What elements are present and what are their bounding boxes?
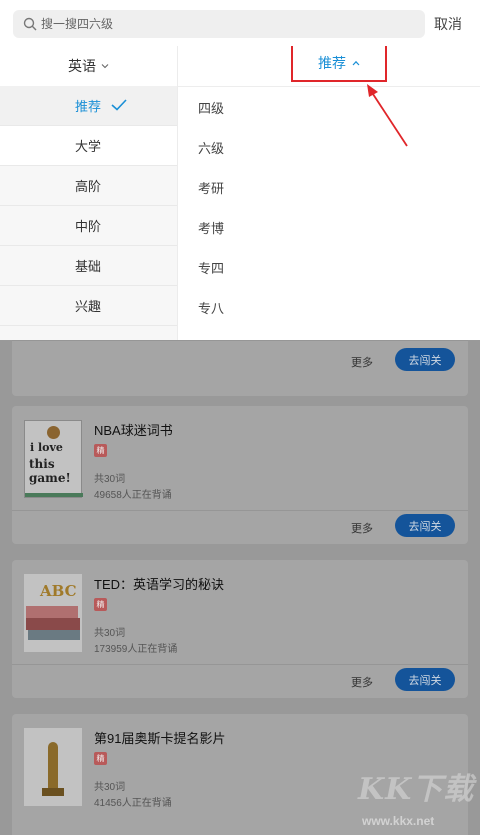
- watermark: KK下载 www.kkx.net: [356, 764, 476, 830]
- premium-badge: 精: [94, 752, 107, 765]
- subcategory-list: 推荐 四级 六级 考研 考博 专四 专八: [177, 46, 480, 340]
- watermark-brand: KK下载: [358, 772, 475, 807]
- learner-count: 41456人正在背诵: [94, 798, 172, 809]
- search-input[interactable]: [41, 10, 411, 38]
- category-item-college[interactable]: 大学: [0, 126, 177, 166]
- subcategory-item[interactable]: 考博: [198, 218, 224, 237]
- watermark-url: www.kkx.net: [362, 814, 435, 828]
- checkmark-icon: [111, 99, 127, 111]
- premium-badge: 精: [94, 598, 107, 611]
- wordbook-title[interactable]: NBA球迷词书: [94, 420, 173, 439]
- subcategory-item[interactable]: 专八: [198, 298, 224, 317]
- category-label: 兴趣: [75, 299, 102, 314]
- premium-badge: 精: [94, 444, 107, 457]
- subcategory-item[interactable]: 四级: [198, 98, 224, 117]
- category-item-recommend[interactable]: 推荐: [0, 86, 177, 126]
- wordbook-card: 更多 去闯关: [12, 340, 468, 396]
- book-shape: [26, 606, 78, 618]
- category-label: 基础: [75, 259, 102, 274]
- wordbook-cover: ABC: [24, 574, 82, 652]
- trophy-icon: [48, 742, 58, 790]
- divider: [12, 340, 468, 341]
- wordbook-card: i love this game! NBA球迷词书 精 共30词 49658人正…: [12, 406, 468, 544]
- start-challenge-button[interactable]: 去闯关: [395, 514, 455, 537]
- wordbook-card: ABC TED：英语学习的秘诀 精 共30词 173959人正在背诵 更多 去闯…: [12, 560, 468, 698]
- more-button[interactable]: 更多: [351, 520, 373, 536]
- subcategory-item[interactable]: 专四: [198, 258, 224, 277]
- category-item-advanced[interactable]: 高阶: [0, 166, 177, 206]
- category-label: 推荐: [75, 99, 102, 114]
- search-box[interactable]: [13, 10, 425, 38]
- learner-count: 173959人正在背诵: [94, 644, 178, 655]
- subcategory-item[interactable]: 六级: [198, 138, 224, 157]
- category-item-basic[interactable]: 基础: [0, 246, 177, 286]
- cover-text: ABC: [40, 582, 77, 600]
- wordbook-title[interactable]: 第91届奥斯卡提名影片: [94, 728, 225, 747]
- start-challenge-button[interactable]: 去闯关: [395, 668, 455, 691]
- language-dropdown[interactable]: 英语: [0, 46, 177, 86]
- wordbook-cover: [24, 728, 82, 806]
- start-challenge-button[interactable]: 去闯关: [395, 348, 455, 371]
- divider: [12, 664, 468, 665]
- chevron-up-icon: [352, 60, 360, 66]
- cover-text: this game!: [29, 457, 71, 485]
- wordbook-cover: i love this game!: [24, 420, 83, 498]
- category-label: 大学: [75, 139, 102, 154]
- recommend-tab-label: 推荐: [318, 55, 346, 71]
- cover-text: i love: [30, 441, 63, 454]
- book-shape: [26, 618, 80, 630]
- recommend-tab[interactable]: 推荐: [291, 46, 387, 82]
- cover-strip: [25, 493, 83, 497]
- category-item-interest[interactable]: 兴趣: [0, 286, 177, 326]
- subcategory-item[interactable]: 考研: [198, 178, 224, 197]
- learner-count: 49658人正在背诵: [94, 490, 172, 501]
- wordbook-list-overlay: 更多 去闯关 i love this game! NBA球迷词书 精 共30词 …: [0, 340, 480, 835]
- search-icon: [23, 17, 37, 31]
- wordbook-title[interactable]: TED：英语学习的秘诀: [94, 574, 224, 593]
- word-count: 共30词: [94, 782, 126, 793]
- book-shape: [28, 630, 80, 640]
- annotation-arrow: [367, 84, 408, 147]
- trophy-base: [42, 788, 64, 796]
- category-item-intermediate[interactable]: 中阶: [0, 206, 177, 246]
- divider: [178, 86, 480, 87]
- word-count: 共30词: [94, 474, 126, 485]
- top-bar: 取消: [0, 0, 480, 46]
- category-label: 中阶: [75, 219, 102, 234]
- basketball-icon: [47, 426, 60, 439]
- more-button[interactable]: 更多: [351, 354, 373, 370]
- more-button[interactable]: 更多: [351, 674, 373, 690]
- word-count: 共30词: [94, 628, 126, 639]
- language-label: 英语: [68, 58, 96, 74]
- category-list: 英语 推荐 大学 高阶 中阶 基础 兴趣: [0, 46, 177, 340]
- chevron-down-icon: [101, 64, 109, 69]
- cancel-button[interactable]: 取消: [434, 14, 462, 34]
- divider: [12, 510, 468, 511]
- category-label: 高阶: [75, 179, 102, 194]
